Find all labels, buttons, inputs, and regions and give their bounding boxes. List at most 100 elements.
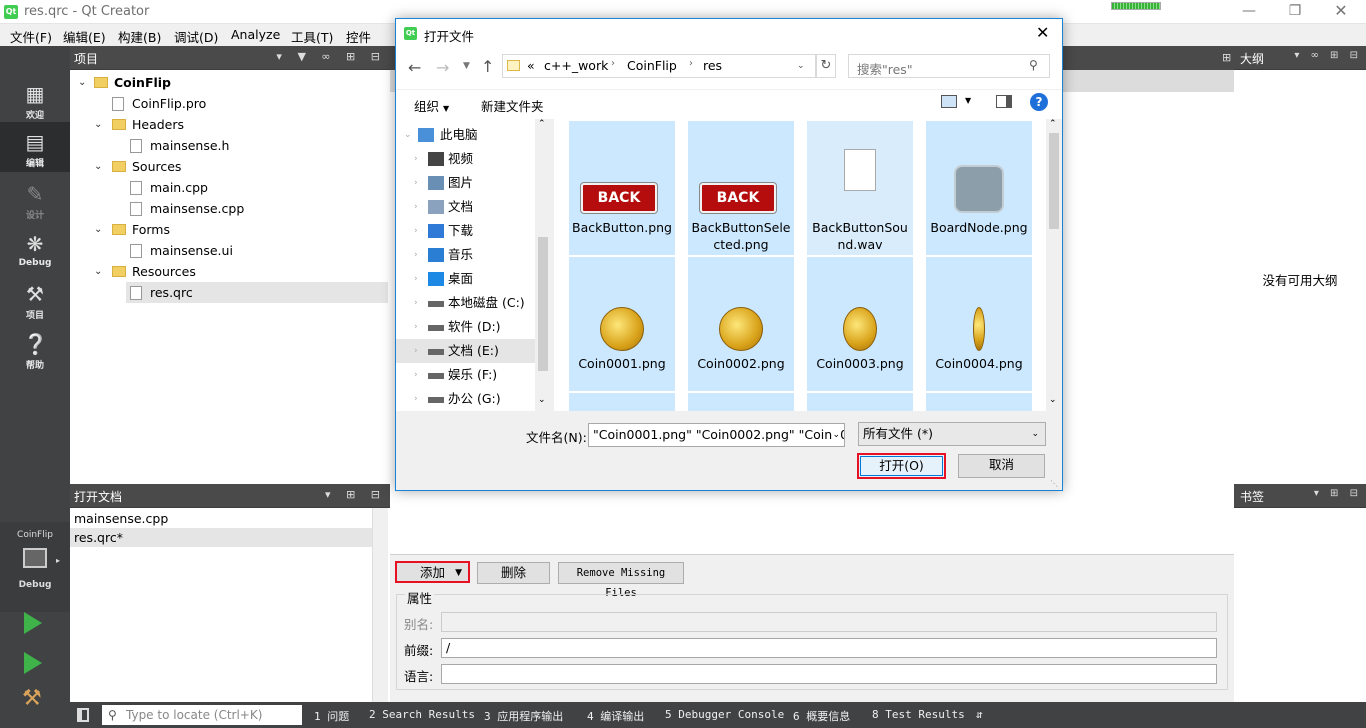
cancel-button[interactable]: 取消: [958, 454, 1045, 478]
add-button[interactable]: 添加 ▼: [395, 561, 470, 583]
mode-projects[interactable]: ⚒ 项目: [0, 274, 70, 324]
build-hammer-icon[interactable]: ⚒: [22, 686, 42, 711]
project-tree-item[interactable]: ⌄ CoinFlip: [70, 72, 388, 93]
nav-tree-item[interactable]: › 文档: [396, 195, 536, 219]
tab-debugger-console[interactable]: 5 Debugger Console: [665, 708, 784, 721]
nav-tree-item[interactable]: › 音乐: [396, 243, 536, 267]
tab-compile-output[interactable]: 4 编译输出: [587, 708, 644, 724]
open-docs-scrollbar[interactable]: [372, 508, 388, 702]
tab-search-results[interactable]: 2 Search Results: [369, 708, 475, 721]
nav-tree-item[interactable]: › 办公 (G:): [396, 387, 536, 411]
nav-tree-item[interactable]: › 视频: [396, 147, 536, 171]
back-arrow-icon[interactable]: ←: [408, 58, 421, 77]
file-tile[interactable]: [926, 393, 1032, 411]
project-tree-item[interactable]: mainsense.cpp: [70, 198, 388, 219]
project-tree-item[interactable]: CoinFlip.pro: [70, 93, 388, 114]
resize-grip-icon[interactable]: ⋱: [1050, 479, 1058, 488]
mode-welcome[interactable]: ▦ 欢迎: [0, 74, 70, 124]
view-dropdown-icon[interactable]: ▼: [965, 96, 971, 105]
nav-tree-item[interactable]: › 文档 (E:): [396, 339, 536, 363]
project-tree-item[interactable]: mainsense.ui: [70, 240, 388, 261]
help-icon[interactable]: ?: [1030, 93, 1048, 111]
filename-input[interactable]: "Coin0001.png" "Coin0002.png" "Coin00 ⌄: [588, 423, 845, 447]
dialog-search-input[interactable]: 搜索"res" ⚲: [848, 54, 1050, 78]
prefix-input[interactable]: /: [441, 638, 1217, 658]
file-tile[interactable]: BACK BackButtonSelected.png: [688, 121, 794, 255]
chevron-down-icon[interactable]: ⌄: [797, 61, 805, 71]
project-tree-item[interactable]: mainsense.h: [70, 135, 388, 156]
nav-tree-item[interactable]: › 下载: [396, 219, 536, 243]
chevron-right-icon[interactable]: ›: [414, 243, 418, 267]
breadcrumb-coinflip[interactable]: CoinFlip: [627, 58, 677, 73]
breadcrumb-cpp-work[interactable]: c++_work: [544, 58, 608, 73]
open-button[interactable]: 打开(O): [857, 453, 946, 479]
alias-input[interactable]: [441, 612, 1217, 632]
new-folder-button[interactable]: 新建文件夹: [481, 96, 544, 115]
menu-build[interactable]: 构建(B): [118, 27, 161, 46]
scroll-down-icon[interactable]: ⌄: [538, 395, 546, 405]
debug-run-icon[interactable]: [24, 652, 42, 674]
chevron-right-icon[interactable]: ›: [414, 171, 418, 195]
menu-file[interactable]: 文件(F): [10, 27, 52, 46]
scroll-thumb[interactable]: [1049, 133, 1059, 229]
refresh-icon[interactable]: ↻: [816, 54, 836, 78]
organize-button[interactable]: 组织 ▼: [414, 96, 449, 115]
file-tile[interactable]: Coin0001.png: [569, 257, 675, 391]
recent-dropdown-icon[interactable]: ▼: [463, 61, 470, 71]
files-scrollbar[interactable]: ⌃ ⌄: [1046, 119, 1062, 411]
tab-app-output[interactable]: 3 应用程序输出: [484, 708, 563, 724]
minimize-button[interactable]: —: [1226, 0, 1272, 24]
nav-tree-item[interactable]: › 本地磁盘 (C:): [396, 291, 536, 315]
file-tile[interactable]: [569, 393, 675, 411]
open-doc-item[interactable]: res.qrc*: [70, 528, 372, 547]
chevron-right-icon[interactable]: ›: [414, 195, 418, 219]
remove-button[interactable]: 删除: [477, 562, 550, 584]
chevron-right-icon[interactable]: ›: [414, 387, 418, 411]
pane-tool-icons[interactable]: ▾ ∞ ⊞ ⊟: [1294, 50, 1362, 61]
menu-analyze[interactable]: Analyze: [231, 27, 280, 42]
dialog-close-button[interactable]: ✕: [1036, 23, 1049, 42]
scroll-up-icon[interactable]: ⌃: [1049, 119, 1057, 129]
locator-input[interactable]: ⚲ Type to locate (Ctrl+K): [102, 705, 302, 725]
nav-tree-item[interactable]: ⌄ 此电脑: [396, 123, 536, 147]
view-mode-icon[interactable]: [941, 95, 957, 108]
tab-test-results[interactable]: 8 Test Results: [872, 708, 965, 721]
run-icon[interactable]: [24, 612, 42, 634]
mode-debug[interactable]: ❋ Debug: [0, 224, 70, 274]
breadcrumb-res[interactable]: res: [703, 58, 722, 73]
file-tile[interactable]: Coin0003.png: [807, 257, 913, 391]
pane-tool-icons[interactable]: ▾ ⊞ ⊟: [325, 488, 386, 501]
split-icon[interactable]: ⊞: [1222, 46, 1234, 70]
sidebar-toggle-icon[interactable]: [77, 708, 89, 722]
file-tile[interactable]: BoardNode.png: [926, 121, 1032, 255]
menu-tools[interactable]: 工具(T): [291, 27, 333, 46]
tabs-menu-icon[interactable]: ⇵: [976, 708, 983, 721]
menu-edit[interactable]: 编辑(E): [63, 27, 106, 46]
nav-tree-item[interactable]: › 娱乐 (F:): [396, 363, 536, 387]
mode-edit[interactable]: ▤ 编辑: [0, 122, 70, 172]
close-window-button[interactable]: ✕: [1318, 0, 1364, 24]
chevron-right-icon[interactable]: ›: [414, 291, 418, 315]
nav-tree-item[interactable]: › 桌面: [396, 267, 536, 291]
nav-tree-item[interactable]: › 图片: [396, 171, 536, 195]
mode-design[interactable]: ✎ 设计: [0, 174, 70, 224]
file-tile[interactable]: BackButtonSound.wav: [807, 121, 913, 255]
chevron-down-icon[interactable]: ⌄: [404, 123, 412, 147]
chevron-down-icon[interactable]: ⌄: [94, 114, 102, 135]
file-type-select[interactable]: 所有文件 (*) ⌄: [858, 422, 1046, 446]
chevron-right-icon[interactable]: ›: [414, 147, 418, 171]
pane-tool-icons[interactable]: ▾ ▼ ∞ ⊞ ⊟: [276, 50, 386, 63]
tab-issues[interactable]: 1 问题: [314, 708, 349, 724]
target-selector[interactable]: CoinFlip ▸ Debug: [0, 522, 70, 612]
up-arrow-icon[interactable]: ↑: [481, 57, 494, 76]
chevron-down-icon[interactable]: ⌄: [94, 261, 102, 282]
scroll-down-icon[interactable]: ⌄: [1049, 395, 1057, 405]
mode-help[interactable]: ❔ 帮助: [0, 324, 70, 374]
file-tile[interactable]: Coin0004.png: [926, 257, 1032, 391]
pane-tool-icons[interactable]: ▾ ⊞ ⊟: [1314, 488, 1362, 499]
chevron-down-icon[interactable]: ⌄: [832, 424, 840, 446]
scroll-up-icon[interactable]: ⌃: [538, 119, 546, 129]
file-tile[interactable]: [807, 393, 913, 411]
file-tile[interactable]: Coin0002.png: [688, 257, 794, 391]
chevron-right-icon[interactable]: ›: [414, 315, 418, 339]
